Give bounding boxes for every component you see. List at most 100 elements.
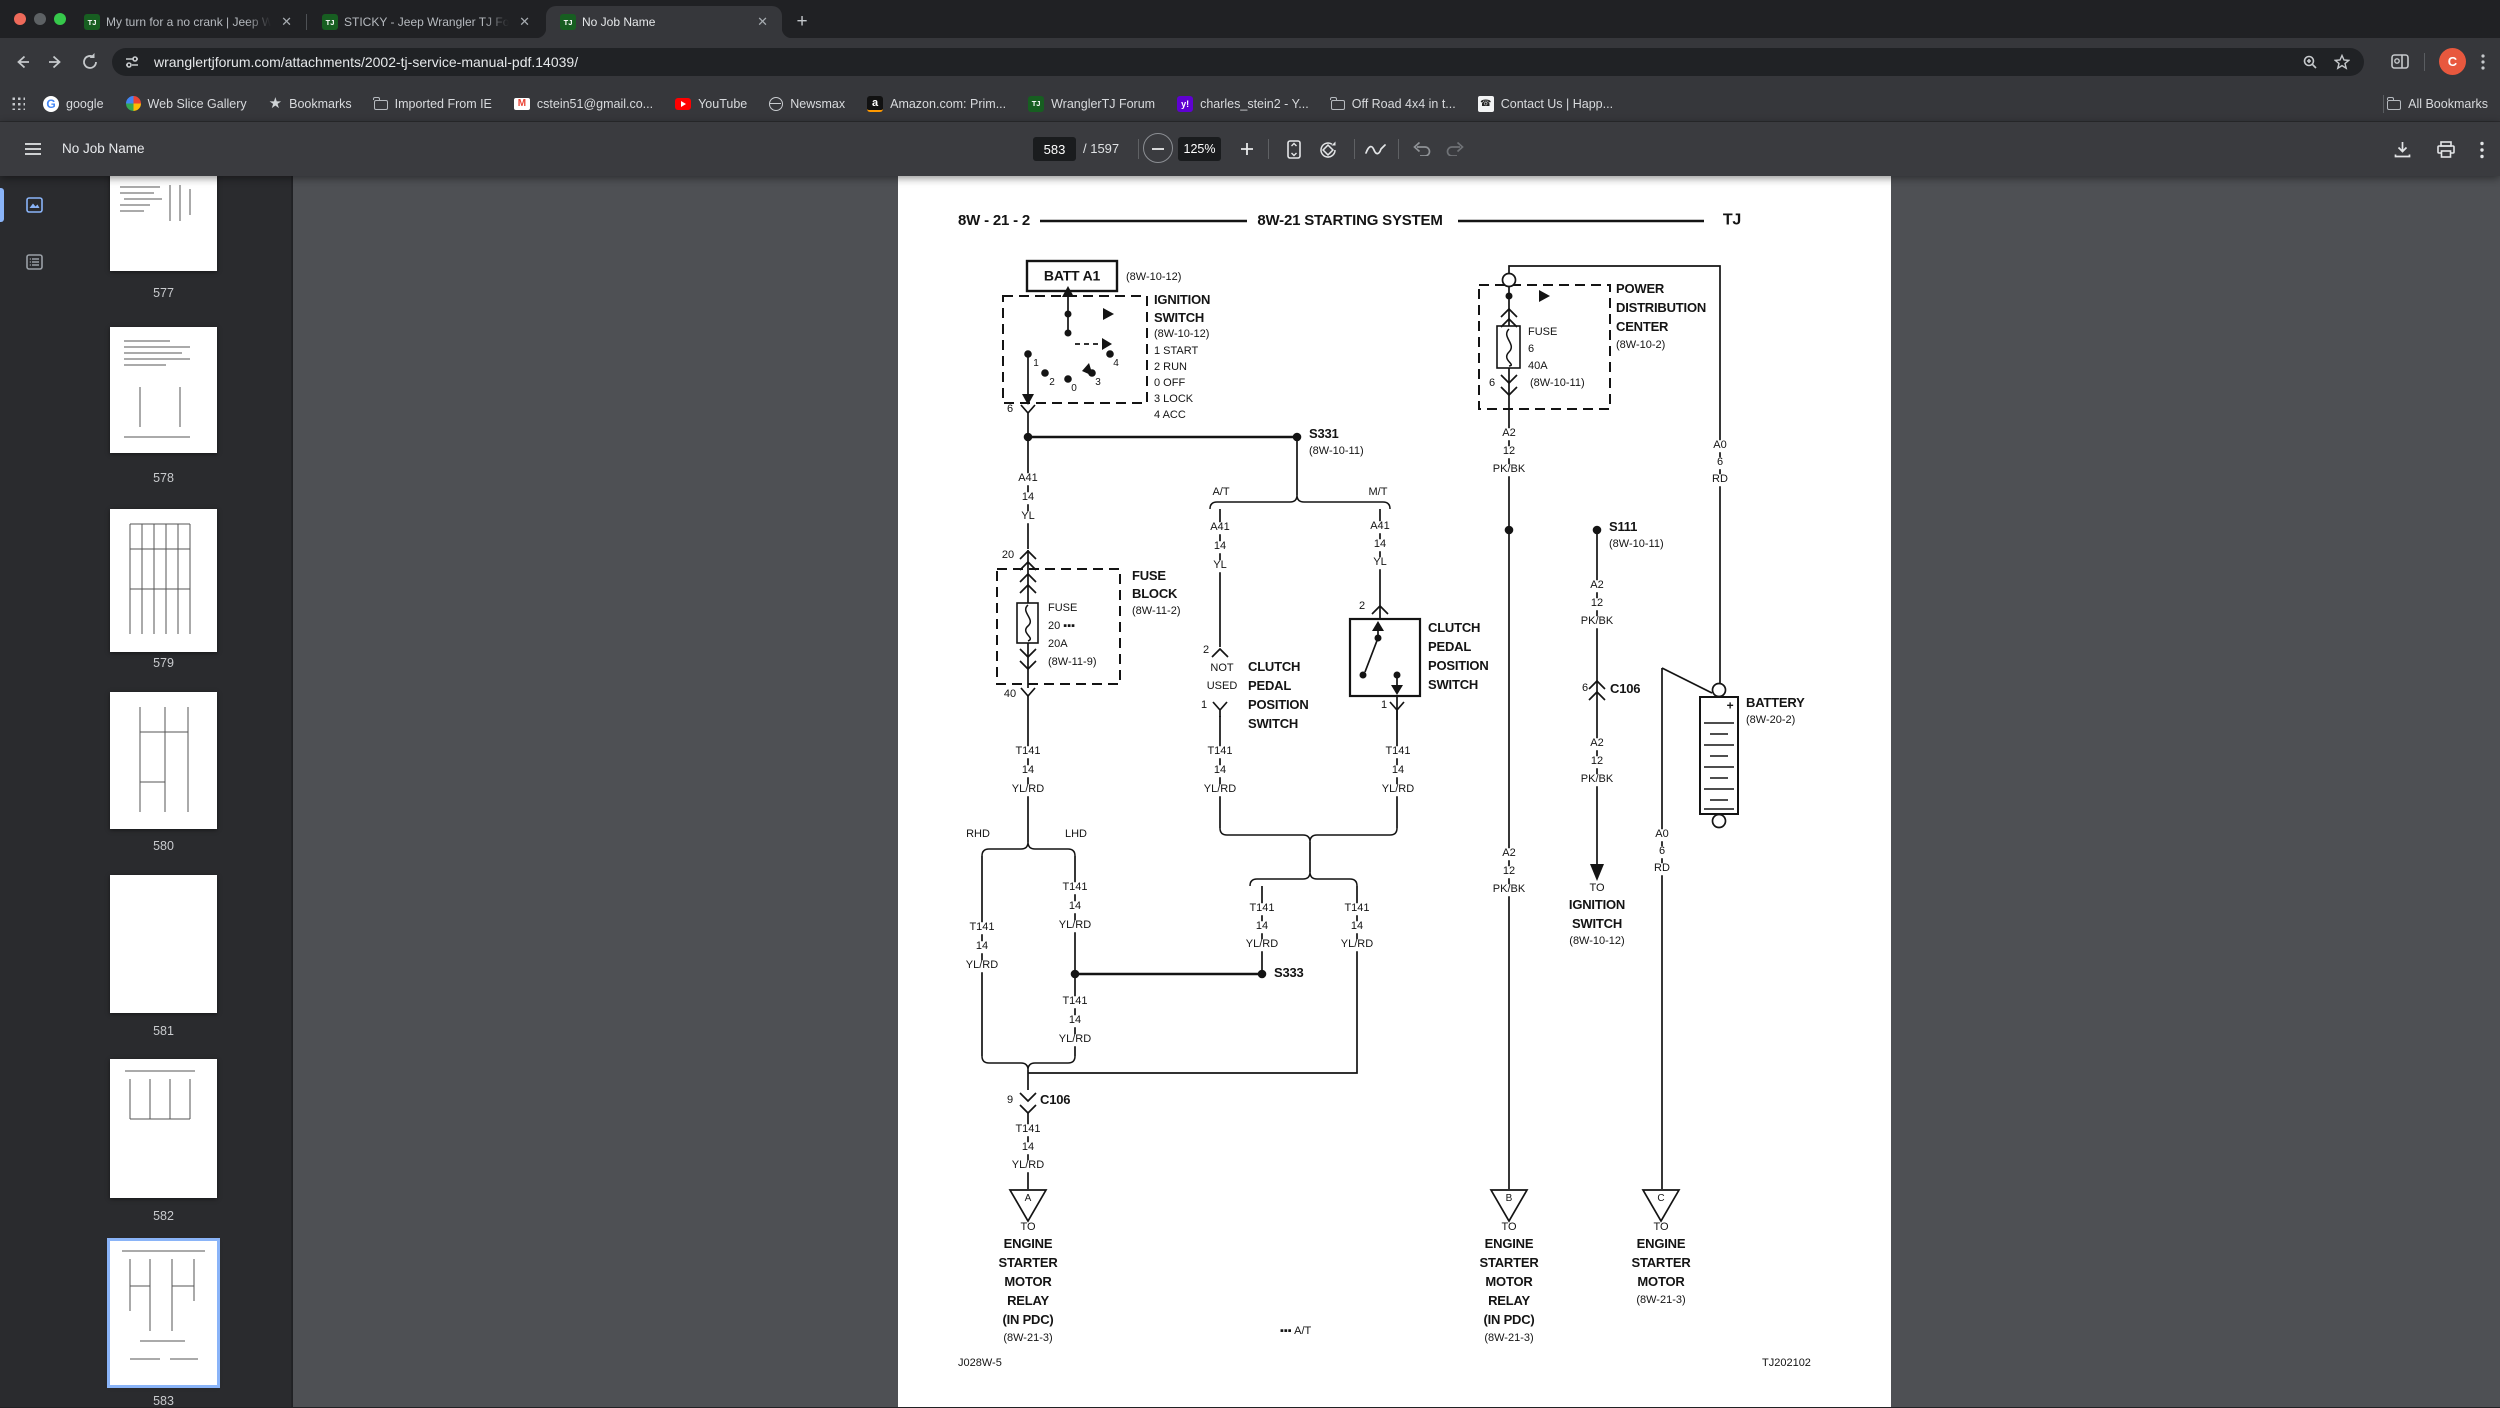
page-thumbnail-582[interactable] [110, 1059, 217, 1198]
minimize-window-button[interactable] [34, 13, 46, 25]
diagram-label: A2 [1588, 580, 1605, 592]
bookmark-item[interactable]: Newsmax [769, 97, 845, 111]
diagram-label: DISTRIBUTION [1616, 301, 1706, 315]
diagram-label: SWITCH [1428, 678, 1478, 692]
star-icon: ★ [269, 96, 282, 111]
reload-icon[interactable] [80, 52, 100, 72]
zoom-out-icon[interactable] [1151, 147, 1165, 151]
tab-2[interactable]: TJSTICKY - Jeep Wrangler TJ Forum FAQ✕ [308, 6, 544, 38]
profile-avatar[interactable]: C [2439, 48, 2466, 75]
address-bar[interactable]: wranglertjforum.com/attachments/2002-tj-… [112, 48, 2364, 76]
page-thumbnail-number: 581 [110, 1024, 217, 1038]
pdf-menu-icon[interactable] [24, 142, 42, 156]
contact-icon: ☎ [1478, 96, 1494, 112]
redo-icon[interactable] [1446, 142, 1464, 156]
bookmark-item[interactable]: ☎Contact Us | Happ... [1478, 96, 1613, 112]
new-tab-button[interactable]: + [788, 8, 816, 36]
tab-close-icon[interactable]: ✕ [753, 14, 772, 30]
page-thumbnail-578[interactable] [110, 327, 217, 453]
pdf-more-menu-icon[interactable] [2479, 141, 2485, 159]
bookmark-item[interactable]: aAmazon.com: Prim... [867, 96, 1006, 112]
page-thumbnail-number: 582 [110, 1209, 217, 1223]
diagram-label: 2 [1049, 378, 1055, 389]
pdf-viewport[interactable]: 8W - 21 - 28W-21 STARTING SYSTEMTJBATT A… [293, 176, 2500, 1407]
all-bookmarks-button[interactable]: All Bookmarks [2387, 97, 2488, 111]
diagram-label: T141 [1013, 1124, 1042, 1136]
side-panel-icon[interactable] [2390, 52, 2410, 72]
tab-favicon-tj-icon: TJ [560, 14, 576, 30]
diagram-label: MOTOR [1485, 1275, 1532, 1289]
forward-icon[interactable] [46, 52, 66, 72]
bookmark-label: YouTube [698, 97, 747, 111]
page-thumbnail-577[interactable] [110, 175, 217, 271]
zoom-level-display: 125% [1178, 137, 1221, 161]
diagram-label: BLOCK [1130, 587, 1179, 601]
diagram-label: MOTOR [1637, 1275, 1684, 1289]
diagram-label: A2 [1500, 428, 1517, 440]
page-thumbnail-580[interactable] [110, 692, 217, 829]
outline-view-icon[interactable] [26, 254, 43, 270]
diagram-label: (8W-21-3) [1003, 1333, 1052, 1345]
bookmark-item[interactable]: y!charles_stein2 - Y... [1177, 96, 1309, 112]
diagram-label: S331 [1309, 427, 1339, 441]
diagram-label: 8W - 21 - 2 [958, 213, 1030, 229]
page-thumbnail-579[interactable] [110, 509, 217, 652]
diagram-label: T141 [1342, 903, 1371, 915]
thumbnail-sketch [110, 509, 217, 652]
diagram-label: C106 [1610, 682, 1640, 696]
print-icon[interactable] [2437, 141, 2455, 158]
diagram-label: A2 [1500, 848, 1517, 860]
rotate-icon[interactable] [1319, 141, 1337, 159]
browser-menu-icon[interactable] [2473, 52, 2493, 72]
diagram-label: YL/RD [964, 960, 1000, 972]
bookmark-item[interactable]: TJWranglerTJ Forum [1028, 96, 1155, 112]
diagram-label: 0 OFF [1154, 378, 1185, 390]
bookmark-star-icon[interactable] [2334, 54, 2350, 70]
bookmark-item[interactable]: YouTube [675, 97, 747, 111]
folder-icon [2387, 100, 2401, 110]
close-window-button[interactable] [14, 13, 26, 25]
diagram-label: PEDAL [1248, 679, 1291, 693]
site-settings-icon[interactable] [124, 54, 140, 70]
zoom-value: 125% [1184, 142, 1216, 156]
url-text[interactable]: wranglertjforum.com/attachments/2002-tj-… [154, 54, 578, 70]
diagram-label: 6 [1007, 404, 1013, 416]
bookmark-item[interactable]: Off Road 4x4 in t... [1331, 97, 1456, 111]
download-icon[interactable] [2394, 141, 2411, 158]
tab-1[interactable]: TJMy turn for a no crank | Jeep Wrangler… [70, 6, 306, 38]
diagram-label: 12 [1589, 598, 1605, 610]
tab-close-icon[interactable]: ✕ [515, 14, 534, 30]
bookmark-label: Imported From IE [395, 97, 492, 111]
diagram-label: C106 [1040, 1093, 1070, 1107]
undo-icon[interactable] [1413, 142, 1431, 156]
back-icon[interactable] [12, 52, 32, 72]
page-thumbnail-583[interactable] [110, 1241, 217, 1385]
diagram-label: PK/BK [1579, 616, 1615, 628]
diagram-label: A0 [1653, 829, 1670, 841]
diagram-label: 1 [1381, 700, 1387, 712]
diagram-label: TO [1501, 1222, 1516, 1234]
bookmark-item[interactable]: Imported From IE [374, 97, 492, 111]
diagram-label: SWITCH [1248, 717, 1298, 731]
tab-close-icon[interactable]: ✕ [277, 14, 296, 30]
page-thumbnail-581[interactable] [110, 875, 217, 1013]
bookmark-item[interactable]: ★Bookmarks [269, 96, 352, 111]
tab-3[interactable]: TJNo Job Name✕ [546, 6, 782, 38]
diagram-label: 20 [1002, 550, 1014, 562]
diagram-label: STARTER [998, 1256, 1057, 1270]
diagram-label: CENTER [1616, 320, 1668, 334]
apps-grid-icon[interactable] [12, 97, 25, 110]
bookmark-item[interactable]: Mcstein51@gmail.co... [514, 97, 653, 111]
zoom-window-button[interactable] [54, 13, 66, 25]
bookmark-item[interactable]: Ggoogle [43, 96, 104, 112]
diagram-label: J028W-5 [958, 1358, 1002, 1370]
zoom-in-icon[interactable] [1240, 142, 1254, 156]
diagram-label: (IN PDC) [1483, 1313, 1534, 1327]
annotate-pen-icon[interactable] [1365, 143, 1387, 156]
thumbnail-view-icon[interactable] [26, 197, 43, 213]
bookmark-item[interactable]: Web Slice Gallery [126, 96, 247, 111]
zoom-page-icon[interactable] [2302, 54, 2318, 70]
page-number-input[interactable]: 583 [1033, 137, 1076, 161]
bookmark-label: cstein51@gmail.co... [537, 97, 653, 111]
fit-to-page-icon[interactable] [1287, 140, 1301, 159]
